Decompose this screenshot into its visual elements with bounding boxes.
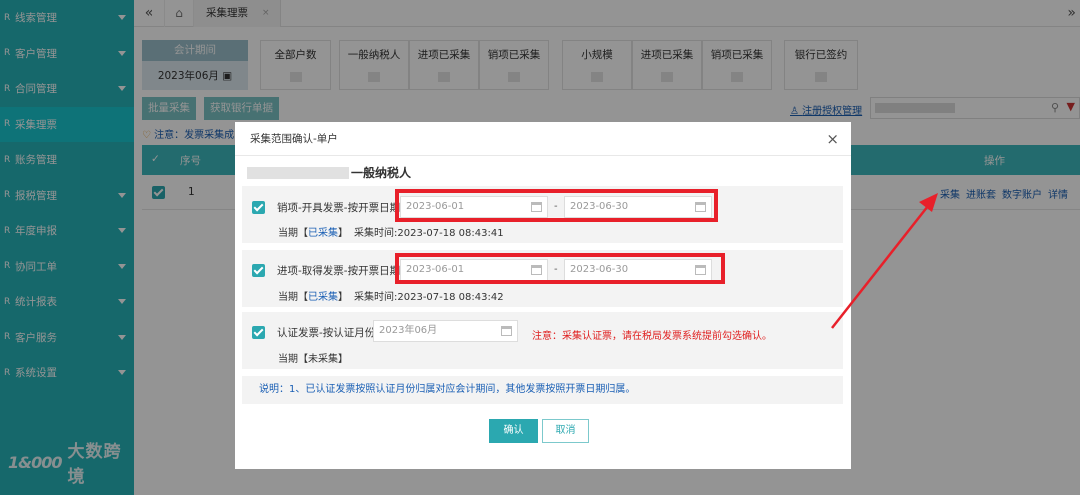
output-status: 当期【已采集】 采集时间:2023-07-18 08:43:41	[278, 224, 504, 239]
time-value: 2023-07-18 08:43:42	[397, 292, 504, 303]
certified-invoice-section: 认证发票-按认证月份: 2023年06月 注意：采集认证票，请在税局发票系统提前…	[242, 312, 843, 369]
status-suffix: 】	[338, 228, 348, 239]
redacted-company	[247, 166, 349, 179]
dialog-title: 采集范围确认-单户 ×	[235, 122, 851, 156]
certified-row: 认证发票-按认证月份:	[252, 325, 379, 340]
certified-status: 当期【未采集】	[278, 354, 348, 365]
collect-range-dialog: 采集范围确认-单户 × 一般纳税人 销项-开具发票-按开票日期: 2023-06…	[235, 122, 851, 469]
taxpayer-type: 一般纳税人	[351, 166, 412, 180]
explanation-note: 说明：1、已认证发票按照认证月份归属对应会计期间，其他发票按照开票日期归属。	[242, 376, 843, 404]
certified-warning: 注意：采集认证票，请在税局发票系统提前勾选确认。	[532, 331, 772, 342]
confirm-button[interactable]: 确认	[489, 419, 538, 443]
status-suffix: 】	[338, 292, 348, 303]
input-row: 进项-取得发票-按开票日期:	[252, 263, 404, 278]
status-badge: 已采集	[308, 292, 338, 303]
input-status: 当期【已采集】 采集时间:2023-07-18 08:43:42	[278, 288, 504, 303]
certified-label: 认证发票-按认证月份:	[277, 327, 379, 339]
input-label: 进项-取得发票-按开票日期:	[277, 265, 404, 277]
output-checkbox[interactable]	[252, 201, 265, 214]
output-row: 销项-开具发票-按开票日期:	[252, 200, 404, 215]
certified-month-input[interactable]: 2023年06月	[373, 320, 518, 342]
time-value: 2023-07-18 08:43:41	[397, 228, 504, 239]
highlight-box-input-dates	[395, 253, 725, 284]
month-value: 2023年06月	[379, 325, 438, 336]
time-label: 采集时间:	[354, 292, 398, 303]
highlight-box-output-dates	[395, 189, 718, 222]
status-prefix: 当期【	[278, 292, 308, 303]
status-prefix: 当期【	[278, 228, 308, 239]
cancel-button[interactable]: 取消	[542, 419, 589, 443]
time-label: 采集时间:	[354, 228, 398, 239]
certified-checkbox[interactable]	[252, 326, 265, 339]
output-label: 销项-开具发票-按开票日期:	[277, 202, 404, 214]
status-badge: 已采集	[308, 228, 338, 239]
dialog-title-text: 采集范围确认-单户	[250, 133, 338, 145]
company-name: 一般纳税人	[247, 164, 411, 181]
input-checkbox[interactable]	[252, 264, 265, 277]
close-icon[interactable]: ×	[826, 122, 839, 156]
calendar-icon	[501, 326, 512, 336]
